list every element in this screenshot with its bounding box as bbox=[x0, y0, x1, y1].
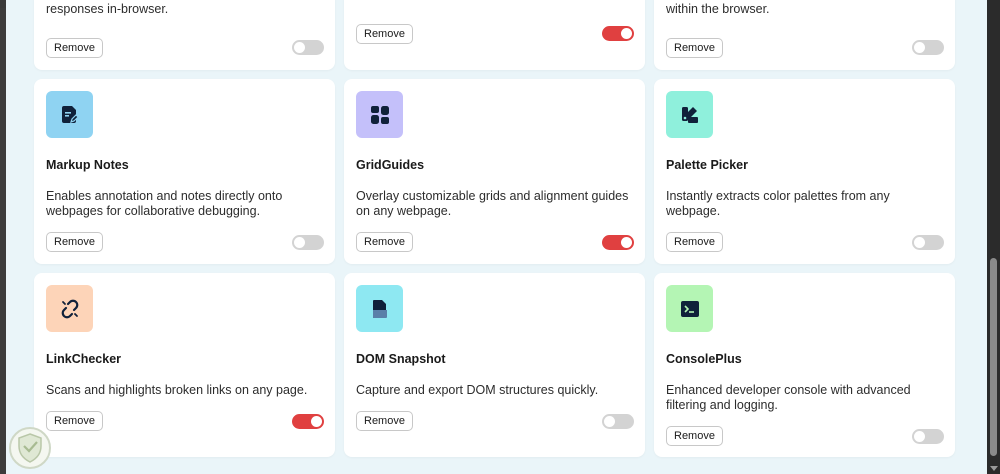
extension-card-dom-snapshot: DOM Snapshot Capture and export DOM stru… bbox=[344, 273, 645, 457]
extension-card-gridguides: GridGuides Overlay customizable grids an… bbox=[344, 79, 645, 264]
extension-name: LinkChecker bbox=[46, 352, 122, 366]
enable-toggle[interactable] bbox=[292, 40, 324, 55]
scrollbar-thumb[interactable] bbox=[990, 258, 997, 456]
vertical-scrollbar[interactable] bbox=[987, 0, 1000, 474]
enable-toggle[interactable] bbox=[602, 26, 634, 41]
remove-button[interactable]: Remove bbox=[666, 232, 723, 252]
remove-button[interactable]: Remove bbox=[46, 411, 103, 431]
extension-name: Markup Notes bbox=[46, 158, 129, 172]
extension-description: Capture and export DOM structures quickl… bbox=[356, 383, 599, 397]
scroll-down-arrow-icon[interactable] bbox=[990, 466, 998, 471]
extensions-page: responses in-browser. Remove Remove with… bbox=[6, 0, 987, 474]
extension-name: DOM Snapshot bbox=[356, 352, 446, 366]
extension-name: Palette Picker bbox=[666, 158, 748, 172]
extension-name: GridGuides bbox=[356, 158, 425, 172]
enable-toggle[interactable] bbox=[602, 235, 634, 250]
shield-watermark-icon bbox=[9, 427, 51, 469]
document-icon bbox=[356, 285, 403, 332]
remove-button[interactable]: Remove bbox=[666, 426, 723, 446]
remove-button[interactable]: Remove bbox=[356, 411, 413, 431]
enable-toggle[interactable] bbox=[602, 414, 634, 429]
note-edit-icon bbox=[46, 91, 93, 138]
remove-button[interactable]: Remove bbox=[356, 232, 413, 252]
remove-button[interactable]: Remove bbox=[666, 38, 723, 58]
grid-icon bbox=[356, 91, 403, 138]
extension-card-linkchecker: LinkChecker Scans and highlights broken … bbox=[34, 273, 335, 457]
extension-description: responses in-browser. bbox=[46, 2, 169, 16]
enable-toggle[interactable] bbox=[292, 235, 324, 250]
extension-name: ConsolePlus bbox=[666, 352, 742, 366]
extension-card-markup-notes: Markup Notes Enables annotation and note… bbox=[34, 79, 335, 264]
extension-description: Enables annotation and notes directly on… bbox=[46, 189, 283, 218]
extension-description: Overlay customizable grids and alignment… bbox=[356, 189, 629, 218]
enable-toggle[interactable] bbox=[912, 429, 944, 444]
remove-button[interactable]: Remove bbox=[356, 24, 413, 44]
extension-description: Instantly extracts color palettes from a… bbox=[666, 189, 890, 218]
extension-description: Scans and highlights broken links on any… bbox=[46, 383, 308, 397]
palette-icon bbox=[666, 91, 713, 138]
remove-button[interactable]: Remove bbox=[46, 232, 103, 252]
enable-toggle[interactable] bbox=[292, 414, 324, 429]
terminal-icon bbox=[666, 285, 713, 332]
extension-card: responses in-browser. Remove bbox=[34, 0, 335, 70]
extension-card: Remove bbox=[344, 0, 645, 70]
extension-description: within the browser. bbox=[666, 2, 770, 16]
extension-card-consoleplus: ConsolePlus Enhanced developer console w… bbox=[654, 273, 955, 457]
broken-link-icon bbox=[46, 285, 93, 332]
enable-toggle[interactable] bbox=[912, 235, 944, 250]
enable-toggle[interactable] bbox=[912, 40, 944, 55]
extension-card: within the browser. Remove bbox=[654, 0, 955, 70]
extension-description: Enhanced developer console with advanced… bbox=[666, 383, 911, 412]
extension-card-palette-picker: Palette Picker Instantly extracts color … bbox=[654, 79, 955, 264]
remove-button[interactable]: Remove bbox=[46, 38, 103, 58]
